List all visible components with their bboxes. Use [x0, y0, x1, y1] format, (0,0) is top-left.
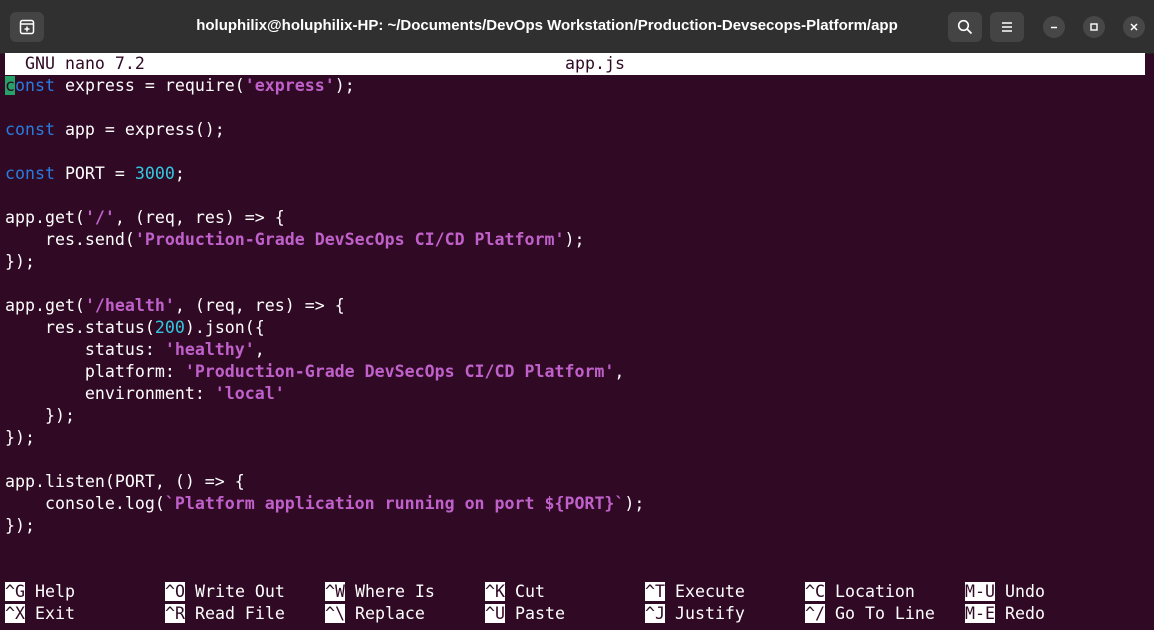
code-line: });	[5, 406, 75, 425]
nano-version: GNU nano 7.2	[25, 54, 145, 73]
code-line: res.status(200).json({	[5, 318, 265, 337]
code-line: console.log(`Platform application runnin…	[5, 494, 645, 513]
nano-editor[interactable]: GNU nano 7.2 app.js const express = requ…	[5, 53, 1154, 630]
file-name: app.js	[565, 54, 625, 73]
code-line: app.listen(PORT, () => {	[5, 472, 245, 491]
code-line: status: 'healthy',	[5, 340, 265, 359]
code-line: const express = require('express');	[5, 76, 355, 95]
shortcut-where-is[interactable]: ^W Where Is	[325, 581, 435, 603]
menu-button[interactable]	[990, 12, 1024, 42]
shortcut-help[interactable]: ^G Help	[5, 581, 75, 603]
minimize-button[interactable]	[1043, 16, 1065, 38]
maximize-icon	[1090, 23, 1098, 31]
code-line: });	[5, 428, 35, 447]
shortcut-execute[interactable]: ^T Execute	[645, 581, 745, 603]
shortcut-exit[interactable]: ^X Exit	[5, 603, 75, 625]
shortcut-location[interactable]: ^C Location	[805, 581, 915, 603]
code-line: platform: 'Production-Grade DevSecOps CI…	[5, 362, 625, 381]
close-icon	[1130, 23, 1138, 31]
keyword: const	[5, 76, 55, 95]
close-button[interactable]	[1123, 16, 1145, 38]
code-line: res.send('Production-Grade DevSecOps CI/…	[5, 230, 585, 249]
code-line: environment: 'local'	[5, 384, 285, 403]
shortcut-cut[interactable]: ^K Cut	[485, 581, 545, 603]
shortcut-write-out[interactable]: ^O Write Out	[165, 581, 285, 603]
shortcut-paste[interactable]: ^U Paste	[485, 603, 565, 625]
code-line: });	[5, 516, 35, 535]
text-cursor: c	[5, 76, 15, 95]
minimize-icon	[1051, 26, 1057, 29]
code-line: const PORT = 3000;	[5, 164, 185, 183]
nano-header-bar: GNU nano 7.2 app.js	[5, 53, 1145, 75]
code-line: const app = express();	[5, 120, 225, 139]
search-button[interactable]	[948, 12, 982, 42]
shortcut-go-to-line[interactable]: ^/ Go To Line	[805, 603, 935, 625]
maximize-button[interactable]	[1083, 16, 1105, 38]
shortcut-read-file[interactable]: ^R Read File	[165, 603, 285, 625]
shortcut-replace[interactable]: ^\ Replace	[325, 603, 425, 625]
title-bar: holuphilix@holuphilix-HP: ~/Documents/De…	[0, 0, 1154, 54]
shortcut-redo[interactable]: M-E Redo	[965, 603, 1045, 625]
hamburger-icon	[1002, 22, 1012, 32]
code-line: });	[5, 252, 35, 271]
terminal-window: holuphilix@holuphilix-HP: ~/Documents/De…	[0, 0, 1154, 630]
shortcut-justify[interactable]: ^J Justify	[645, 603, 745, 625]
code-line: app.get('/health', (req, res) => {	[5, 296, 345, 315]
code-line: app.get('/', (req, res) => {	[5, 208, 285, 227]
search-icon	[957, 19, 973, 35]
shortcut-undo[interactable]: M-U Undo	[965, 581, 1045, 603]
